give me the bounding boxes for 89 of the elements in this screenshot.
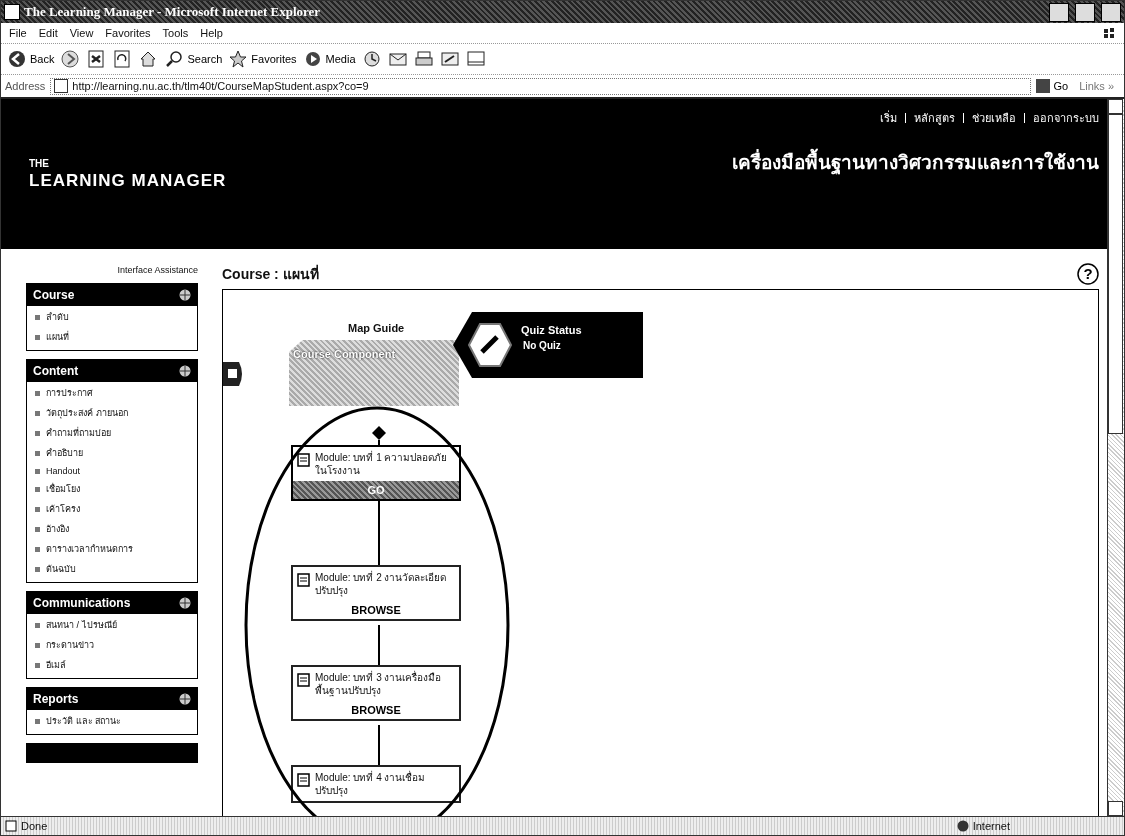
stop-icon	[86, 49, 107, 69]
quiz-status-value: No Quiz	[523, 340, 561, 351]
forward-button[interactable]	[60, 49, 81, 69]
window-icon	[465, 49, 486, 69]
sidebar-item[interactable]: ประวัติ และ สถานะ	[35, 714, 189, 728]
star-icon	[228, 49, 249, 69]
printer-icon	[413, 49, 434, 69]
address-field[interactable]: http://learning.nu.ac.th/tlm40t/CourseMapStudent.aspx?co=9	[50, 77, 1032, 95]
sidebar-item[interactable]: แผนที่	[35, 330, 189, 344]
map-guide-label: Map Guide	[348, 322, 405, 334]
search-icon	[164, 49, 185, 69]
sidebar-item[interactable]: เค้าโครง	[35, 502, 189, 516]
globe-icon[interactable]	[179, 289, 191, 301]
sidebar-item[interactable]: อีเมล์	[35, 658, 189, 672]
globe-icon[interactable]	[179, 693, 191, 705]
module-icon	[297, 573, 311, 587]
course-component-title: Course Component	[293, 348, 396, 360]
scroll-up-button[interactable]	[1108, 99, 1123, 114]
favorites-button[interactable]: Favorites	[228, 49, 297, 69]
module-title[interactable]: Module: บทที่ 1 ความปลอดภัยในโรงงาน	[315, 451, 455, 477]
sidebar-item[interactable]: สนทนา / ไปรษณีย์	[35, 618, 189, 632]
page-title: Course : แผนที่	[222, 263, 319, 284]
module-title[interactable]: Module: บทที่ 4 งานเชื่อมปรับปรุง	[315, 771, 455, 797]
clock-icon	[361, 49, 382, 69]
module-icon	[297, 673, 311, 687]
panel-title: Content	[33, 364, 79, 378]
close-button[interactable]	[1101, 2, 1121, 22]
sidebar-item[interactable]: เชื่อมโยง	[35, 482, 189, 496]
go-button[interactable]: Go	[1036, 79, 1069, 93]
discuss-button[interactable]	[465, 49, 486, 69]
menu-item[interactable]: Help	[200, 27, 223, 39]
sidebar-item[interactable]: ตารางเวลากำหนดการ	[35, 542, 189, 556]
edit-button[interactable]	[439, 49, 460, 69]
status-text: Done	[21, 820, 49, 832]
logo-text: LEARNING MANAGER	[29, 170, 227, 191]
back-button[interactable]: Back	[7, 49, 55, 69]
edit-icon	[439, 49, 460, 69]
windows-flag-icon	[1102, 26, 1116, 40]
address-label: Address	[5, 80, 46, 92]
sidebar-item[interactable]: อ้างอิง	[35, 522, 189, 536]
refresh-icon	[112, 49, 133, 69]
globe-icon	[956, 820, 969, 832]
help-icon[interactable]: ?	[1077, 263, 1099, 285]
refresh-button[interactable]	[112, 49, 133, 69]
menu-item[interactable]: View	[69, 27, 94, 39]
nav-link[interactable]: เริ่ม	[880, 109, 897, 127]
nav-link[interactable]: ช่วยเหลือ	[972, 109, 1016, 127]
sidebar-item[interactable]: กระดานข่าว	[35, 638, 189, 652]
sidebar-item[interactable]: ลำดับ	[35, 310, 189, 324]
menu-item[interactable]: Favorites	[105, 27, 151, 39]
sidebar-item[interactable]: Handout	[35, 466, 189, 476]
security-zone: Internet	[972, 820, 1010, 832]
links-button[interactable]: Links »	[1073, 79, 1120, 93]
stop-button[interactable]	[86, 49, 107, 69]
window-title: The Learning Manager - Microsoft Internet Explorer	[24, 4, 322, 20]
globe-icon[interactable]	[179, 365, 191, 377]
media-button[interactable]: Media	[302, 49, 356, 69]
sidebar-item[interactable]: ต้นฉบับ	[35, 562, 189, 576]
globe-icon[interactable]	[179, 597, 191, 609]
course-subtitle: เครื่องมือพื้นฐานทางวิศวกรรมและการใช้งาน	[732, 147, 1099, 177]
module-icon	[297, 773, 311, 787]
sidebar-item[interactable]: การประกาศ	[35, 386, 189, 400]
history-button[interactable]	[361, 49, 382, 69]
nav-link[interactable]: หลักสูตร	[914, 109, 955, 127]
module-title[interactable]: Module: บทที่ 3 งานเครื่องมือพื้นฐานปรับปรุง	[315, 671, 455, 697]
menu-item[interactable]: File	[9, 27, 27, 39]
module-title[interactable]: Module: บทที่ 2 งานวัดละเอียดปรับปรุง	[315, 571, 455, 597]
minimize-button[interactable]	[1049, 2, 1069, 22]
scrollbar-thumb[interactable]	[1108, 114, 1123, 434]
logo-text: THE	[29, 157, 50, 169]
scroll-down-button[interactable]	[1108, 801, 1123, 816]
menu-item[interactable]: Edit	[38, 27, 58, 39]
print-button[interactable]	[413, 49, 434, 69]
panel-title: Course	[33, 288, 75, 302]
module-icon	[297, 453, 311, 467]
sidebar-item[interactable]: คำอธิบาย	[35, 446, 189, 460]
panel-title: Reports	[33, 692, 79, 706]
nav-link[interactable]: ออกจากระบบ	[1033, 109, 1099, 127]
page-icon	[5, 820, 17, 832]
maximize-button[interactable]	[1075, 2, 1095, 22]
app-icon	[4, 4, 20, 20]
interface-assistance-link[interactable]: Interface Assistance	[26, 265, 198, 275]
map-tab-icon[interactable]	[223, 362, 245, 386]
search-button[interactable]: Search	[164, 49, 223, 69]
quiz-status-title: Quiz Status	[521, 324, 582, 336]
sidebar-item[interactable]: วัตถุประสงค์ ภายนอก	[35, 406, 189, 420]
sidebar-item[interactable]: คำถามที่ถามบ่อย	[35, 426, 189, 440]
menu-item[interactable]: Tools	[162, 27, 189, 39]
panel-title: Communications	[33, 596, 131, 610]
